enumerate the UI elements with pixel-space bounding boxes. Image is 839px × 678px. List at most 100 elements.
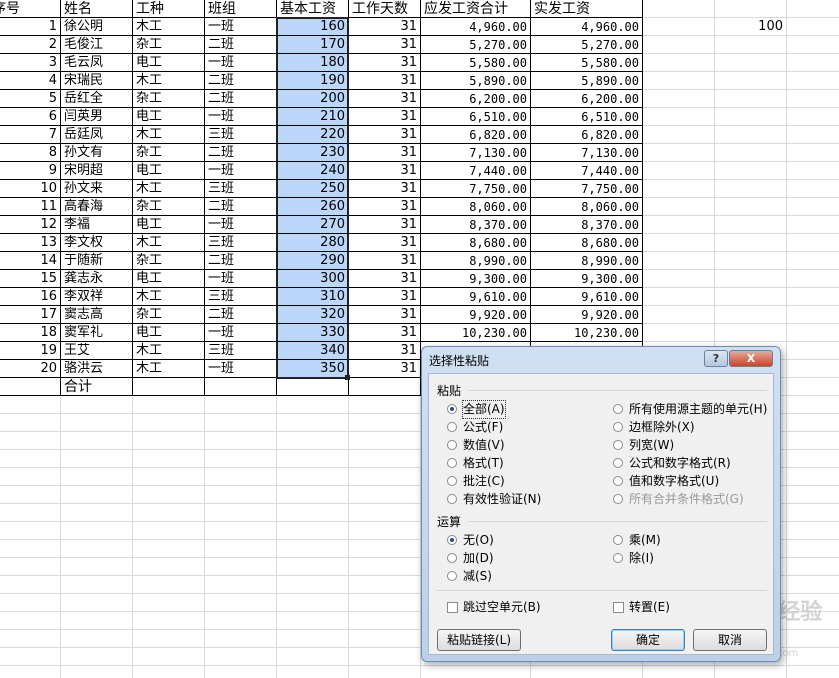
paste-link-button[interactable]: 粘贴链接(L) (437, 629, 521, 651)
table-cell[interactable]: 5,580.00 (531, 54, 642, 72)
table-cell[interactable]: 9,610.00 (421, 288, 530, 306)
table-cell[interactable]: 6,510.00 (531, 108, 642, 126)
table-cell[interactable]: 16 (0, 288, 60, 306)
table-cell[interactable]: 8,680.00 (421, 234, 530, 252)
table-cell[interactable]: 闫英男 (61, 108, 132, 126)
table-cell[interactable]: 9,610.00 (531, 288, 642, 306)
table-cell[interactable]: 8,060.00 (421, 198, 530, 216)
table-cell[interactable]: 2 (0, 36, 60, 54)
table-cell[interactable]: 14 (0, 252, 60, 270)
table-cell[interactable]: 7,440.00 (531, 162, 642, 180)
table-cell[interactable]: 木工 (133, 342, 204, 360)
table-cell[interactable]: 李福 (61, 216, 132, 234)
table-cell[interactable]: 龚志永 (61, 270, 132, 288)
table-cell[interactable]: 15 (0, 270, 60, 288)
table-cell[interactable]: 5,890.00 (421, 72, 530, 90)
table-cell[interactable]: 31 (349, 162, 420, 180)
table-cell[interactable]: 三班 (205, 288, 276, 306)
table-cell[interactable]: 于随新 (61, 252, 132, 270)
table-cell[interactable]: 31 (349, 360, 420, 378)
table-cell[interactable]: 孙文有 (61, 144, 132, 162)
table-cell[interactable]: 一班 (205, 162, 276, 180)
table-cell[interactable]: 31 (349, 108, 420, 126)
table-cell[interactable]: 三班 (205, 234, 276, 252)
table-cell[interactable]: 7,750.00 (421, 180, 530, 198)
table-cell[interactable]: 木工 (133, 126, 204, 144)
side-value-cell[interactable]: 100 (715, 18, 786, 36)
table-cell[interactable]: 8,370.00 (421, 216, 530, 234)
table-cell[interactable]: 杂工 (133, 144, 204, 162)
table-cell[interactable]: 8,990.00 (531, 252, 642, 270)
table-cell[interactable]: 9,920.00 (531, 306, 642, 324)
table-cell[interactable]: 一班 (205, 18, 276, 36)
table-cell[interactable]: 孙文来 (61, 180, 132, 198)
table-cell[interactable]: 7,130.00 (531, 144, 642, 162)
table-cell[interactable]: 一班 (205, 216, 276, 234)
table-cell[interactable]: 徐公明 (61, 18, 132, 36)
table-cell[interactable]: 杂工 (133, 90, 204, 108)
table-cell[interactable]: 一班 (205, 54, 276, 72)
table-cell[interactable]: 骆洪云 (61, 360, 132, 378)
table-cell[interactable]: 二班 (205, 144, 276, 162)
table-cell[interactable]: 木工 (133, 72, 204, 90)
fill-handle[interactable] (345, 375, 350, 380)
table-cell[interactable]: 6,510.00 (421, 108, 530, 126)
table-cell[interactable]: 一班 (205, 324, 276, 342)
table-cell[interactable]: 31 (349, 198, 420, 216)
table-cell[interactable]: 31 (349, 18, 420, 36)
table-cell[interactable]: 李双祥 (61, 288, 132, 306)
table-cell[interactable]: 9,300.00 (531, 270, 642, 288)
table-cell[interactable]: 4 (0, 72, 60, 90)
table-cell[interactable]: 二班 (205, 252, 276, 270)
table-cell[interactable]: 1 (0, 18, 60, 36)
table-cell[interactable]: 5,270.00 (531, 36, 642, 54)
table-cell[interactable]: 13 (0, 234, 60, 252)
table-cell[interactable]: 二班 (205, 36, 276, 54)
table-cell[interactable]: 18 (0, 324, 60, 342)
table-cell[interactable]: 31 (349, 180, 420, 198)
table-cell[interactable]: 三班 (205, 180, 276, 198)
table-cell[interactable]: 窦志高 (61, 306, 132, 324)
table-cell[interactable]: 9 (0, 162, 60, 180)
table-cell[interactable]: 木工 (133, 288, 204, 306)
table-cell[interactable]: 7,750.00 (531, 180, 642, 198)
table-cell[interactable]: 31 (349, 54, 420, 72)
table-cell[interactable]: 31 (349, 126, 420, 144)
table-cell[interactable]: 7,440.00 (421, 162, 530, 180)
table-cell[interactable]: 宋瑞民 (61, 72, 132, 90)
table-cell[interactable]: 7 (0, 126, 60, 144)
table-cell[interactable]: 31 (349, 252, 420, 270)
table-cell[interactable]: 6,200.00 (421, 90, 530, 108)
table-cell[interactable]: 31 (349, 36, 420, 54)
table-cell[interactable]: 8,680.00 (531, 234, 642, 252)
table-cell[interactable]: 电工 (133, 108, 204, 126)
table-cell[interactable]: 31 (349, 90, 420, 108)
table-cell[interactable]: 31 (349, 306, 420, 324)
table-cell[interactable]: 杂工 (133, 36, 204, 54)
table-cell[interactable]: 31 (349, 324, 420, 342)
table-cell[interactable]: 三班 (205, 342, 276, 360)
table-cell[interactable]: 19 (0, 342, 60, 360)
table-cell[interactable]: 6 (0, 108, 60, 126)
table-cell[interactable]: 宋明超 (61, 162, 132, 180)
table-cell[interactable]: 9,300.00 (421, 270, 530, 288)
table-cell[interactable]: 11 (0, 198, 60, 216)
table-cell[interactable]: 电工 (133, 162, 204, 180)
table-cell[interactable]: 电工 (133, 54, 204, 72)
cancel-button[interactable]: 取消 (693, 629, 767, 651)
table-cell[interactable]: 31 (349, 270, 420, 288)
table-cell[interactable]: 一班 (205, 360, 276, 378)
table-cell[interactable]: 8,060.00 (531, 198, 642, 216)
table-cell[interactable]: 12 (0, 216, 60, 234)
table-cell[interactable]: 6,820.00 (421, 126, 530, 144)
table-cell[interactable]: 31 (349, 342, 420, 360)
table-cell[interactable]: 三班 (205, 126, 276, 144)
table-cell[interactable]: 毛云凤 (61, 54, 132, 72)
table-cell[interactable]: 5,270.00 (421, 36, 530, 54)
table-cell[interactable]: 6,820.00 (531, 126, 642, 144)
table-cell[interactable]: 31 (349, 144, 420, 162)
table-cell[interactable]: 31 (349, 72, 420, 90)
table-cell[interactable]: 杂工 (133, 198, 204, 216)
table-cell[interactable]: 岳廷凤 (61, 126, 132, 144)
table-cell[interactable]: 毛俊江 (61, 36, 132, 54)
